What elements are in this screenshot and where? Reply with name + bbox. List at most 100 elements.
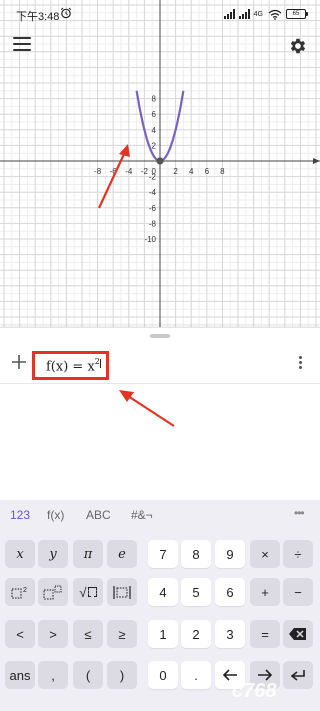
open-paren-key[interactable]: ( xyxy=(73,661,103,689)
key-label: ( xyxy=(85,667,91,683)
x-tick-label: -2 xyxy=(141,167,149,176)
wifi-icon xyxy=(268,9,282,20)
ans-key[interactable]: ans xyxy=(5,661,35,689)
graphics-view[interactable]: -8 -6 -4 -2 2 4 6 8 8 6 4 2 -2 -4 -6 -8 -10 0 xyxy=(0,0,320,327)
abs-key[interactable] xyxy=(107,578,137,606)
minus-key[interactable]: − xyxy=(283,578,313,606)
algebra-input-row[interactable]: f(x) = x2 xyxy=(0,346,320,384)
digit-1-key[interactable]: 1 xyxy=(148,620,178,648)
digit-7-key[interactable]: 7 xyxy=(148,540,178,568)
key-label: 8 xyxy=(192,546,200,562)
digit-6-key[interactable]: 6 xyxy=(215,578,245,606)
x-tick-label: 4 xyxy=(189,167,194,176)
menu-icon[interactable] xyxy=(13,37,31,53)
backspace-key[interactable] xyxy=(283,620,313,648)
arrow-right-icon xyxy=(257,669,273,681)
expression-text: f(x) = x2 xyxy=(46,357,101,375)
enter-key[interactable] xyxy=(283,661,313,689)
divide-key[interactable]: ÷ xyxy=(283,540,313,568)
greater-equal-key[interactable]: ≥ xyxy=(107,620,137,648)
digit-4-key[interactable]: 4 xyxy=(148,578,178,606)
arrow-left-icon xyxy=(222,669,238,681)
algebra-view: f(x) = x2 xyxy=(0,327,320,500)
tab-123[interactable]: 123 xyxy=(10,508,30,522)
pi-key[interactable]: π xyxy=(73,540,103,568)
key-label: 7 xyxy=(159,546,167,562)
key-label: < xyxy=(16,626,24,642)
battery-icon: 65 xyxy=(286,9,308,19)
multiply-key[interactable]: × xyxy=(250,540,280,568)
close-paren-key[interactable]: ) xyxy=(107,661,137,689)
key-label: + xyxy=(261,584,269,600)
cursor-right-key[interactable] xyxy=(250,661,280,689)
key-label: √ xyxy=(79,584,87,600)
comma-key[interactable]: , xyxy=(38,661,68,689)
key-label: 1 xyxy=(159,626,167,642)
gear-icon[interactable] xyxy=(288,36,308,56)
keyboard-tabs: 123 f(x) ABC #&¬ ••• xyxy=(0,500,320,531)
x-key[interactable]: x xyxy=(5,540,35,568)
digit-9-key[interactable]: 9 xyxy=(215,540,245,568)
x-tick-label: 6 xyxy=(205,167,210,176)
status-time: 下午3:48 xyxy=(16,11,60,23)
y-tick-label: 6 xyxy=(152,110,157,119)
signal-icon xyxy=(238,9,250,19)
power-icon xyxy=(43,585,63,600)
x-tick-label: -8 xyxy=(94,167,102,176)
enter-icon xyxy=(290,669,306,682)
e-key[interactable]: e xyxy=(107,540,137,568)
key-label: 2 xyxy=(192,626,200,642)
key-label: > xyxy=(49,626,57,642)
tab-functions[interactable]: f(x) xyxy=(47,508,64,522)
tab-symbols[interactable]: #&¬ xyxy=(131,508,153,522)
vertex-point xyxy=(156,157,164,165)
network-type: 4G xyxy=(253,10,263,18)
digit-5-key[interactable]: 5 xyxy=(181,578,211,606)
less-equal-key[interactable]: ≤ xyxy=(73,620,103,648)
digit-2-key[interactable]: 2 xyxy=(181,620,211,648)
y-key[interactable]: y xyxy=(38,540,68,568)
digit-3-key[interactable]: 3 xyxy=(215,620,245,648)
key-label: e xyxy=(118,546,126,562)
coordinate-plane[interactable]: -8 -6 -4 -2 2 4 6 88642-2-4-6-8-100 xyxy=(0,0,320,327)
cursor-left-key[interactable] xyxy=(215,661,245,689)
key-label: y xyxy=(49,546,57,562)
signal-icon xyxy=(223,9,235,19)
drag-handle[interactable] xyxy=(150,334,170,338)
y-tick-label: 2 xyxy=(152,141,157,150)
digit-0-key[interactable]: 0 xyxy=(148,661,178,689)
svg-text:2: 2 xyxy=(23,587,27,594)
y-tick-label: -6 xyxy=(149,204,157,213)
sqrt-key[interactable]: √ xyxy=(73,578,103,606)
expression-exponent: 2 xyxy=(94,357,100,366)
y-tick-label: 8 xyxy=(152,95,157,104)
square-key[interactable]: 2 xyxy=(5,578,35,606)
less-than-key[interactable]: < xyxy=(5,620,35,648)
key-label: = xyxy=(261,626,269,642)
decimal-key[interactable]: . xyxy=(181,661,211,689)
key-label: 3 xyxy=(226,626,234,642)
key-label: × xyxy=(261,546,269,562)
x-tick-label: -6 xyxy=(110,167,118,176)
plus-key[interactable]: + xyxy=(250,578,280,606)
key-label: ÷ xyxy=(294,546,302,562)
key-label: − xyxy=(294,584,302,600)
key-label: 6 xyxy=(226,584,234,600)
expression-input[interactable]: f(x) = x2 xyxy=(32,351,109,380)
tab-abc[interactable]: ABC xyxy=(86,508,111,522)
digit-8-key[interactable]: 8 xyxy=(181,540,211,568)
key-label: 5 xyxy=(192,584,200,600)
key-label: ans xyxy=(9,667,31,683)
abs-icon xyxy=(112,585,132,600)
greater-than-key[interactable]: > xyxy=(38,620,68,648)
more-options-icon[interactable] xyxy=(296,356,304,374)
power-key[interactable] xyxy=(38,578,68,606)
status-indicators: 4G 65 xyxy=(223,8,308,20)
key-label: 0 xyxy=(159,667,167,683)
more-keys-icon[interactable]: ••• xyxy=(294,506,305,520)
add-icon[interactable] xyxy=(10,353,28,371)
x-tick-label: 8 xyxy=(220,167,225,176)
equals-key[interactable]: = xyxy=(250,620,280,648)
y-tick-label: -8 xyxy=(149,219,157,228)
key-label: π xyxy=(83,546,93,562)
